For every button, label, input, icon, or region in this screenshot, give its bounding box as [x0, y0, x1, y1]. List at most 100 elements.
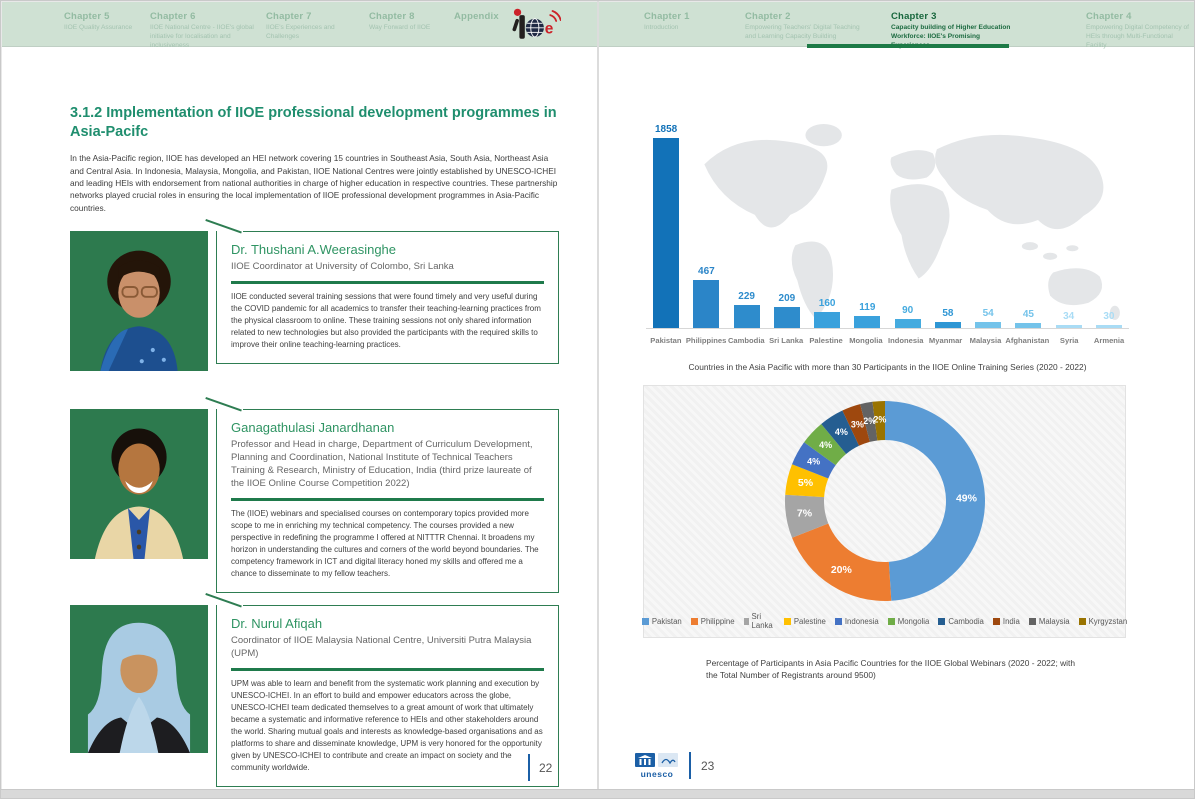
- section-heading: 3.1.2 Implementation of IIOE professiona…: [70, 104, 559, 141]
- bar-value-label: 30: [1103, 311, 1114, 322]
- bar: [895, 319, 921, 328]
- chapter-nav-right: Chapter 1 Introduction Chapter 2 Empower…: [599, 2, 1194, 47]
- tab-subtitle: Empowering Digital Competency of HEIs th…: [1086, 24, 1191, 51]
- tab-label: Chapter 4: [1086, 11, 1191, 22]
- left-page-content: 3.1.2 Implementation of IIOE professiona…: [70, 47, 559, 777]
- legend-item: Sri Lanka: [744, 612, 775, 630]
- bar-category-label: Sri Lanka: [766, 331, 806, 349]
- divider: [231, 668, 544, 671]
- page-left: Chapter 5 IIOE Quality Assurance Chapter…: [2, 2, 597, 791]
- bar-chart-caption: Countries in the Asia Pacific with more …: [646, 361, 1129, 373]
- bar-column: 119: [847, 302, 887, 328]
- legend-label: Pakistan: [652, 617, 682, 626]
- legend-item: Mongolia: [888, 612, 930, 630]
- tab-subtitle: Empowering Teachers' Digital Teaching an…: [745, 24, 870, 42]
- legend-swatch: [1079, 618, 1086, 625]
- active-tab-underline: [807, 44, 1009, 48]
- donut-slice-label: 7%: [796, 508, 812, 520]
- profile-quote: IIOE conducted several training sessions…: [231, 291, 544, 351]
- tab-chapter-5[interactable]: Chapter 5 IIOE Quality Assurance: [64, 11, 144, 33]
- bar-value-label: 1858: [655, 124, 677, 135]
- tab-chapter-7[interactable]: Chapter 7 IIOE's Experiences and Challen…: [266, 11, 366, 42]
- tab-chapter-4[interactable]: Chapter 4 Empowering Digital Competency …: [1086, 11, 1191, 51]
- bar-category-label: Cambodia: [726, 331, 766, 349]
- bar-value-label: 54: [983, 308, 994, 319]
- bar-category-label: Malaysia: [966, 331, 1006, 349]
- bar-value-label: 45: [1023, 309, 1034, 320]
- legend-item: Pakistan: [642, 612, 682, 630]
- bar-value-label: 90: [902, 305, 913, 316]
- bar-plot-area: 1858 467 229 209 160 119 90 58 54 45 34 30: [646, 121, 1129, 329]
- tab-chapter-2[interactable]: Chapter 2 Empowering Teachers' Digital T…: [745, 11, 870, 42]
- legend-item: Indonesia: [835, 612, 879, 630]
- bar: [653, 138, 679, 328]
- page-number: 22: [539, 761, 552, 775]
- bar-column: 160: [807, 298, 847, 328]
- page-number: 23: [701, 759, 714, 773]
- legend-label: Malaysia: [1039, 617, 1070, 626]
- bar-category-label: Armenia: [1089, 331, 1129, 349]
- bar-value-label: 34: [1063, 311, 1074, 322]
- bar-value-label: 160: [819, 298, 836, 309]
- page-footer-right: unesco 23: [635, 752, 714, 779]
- tab-chapter-6[interactable]: Chapter 6 IIOE National Centre - IIOE's …: [150, 11, 262, 51]
- legend-item: Malaysia: [1029, 612, 1070, 630]
- profile-name: Dr. Thushani A.Weerasinghe: [231, 242, 544, 257]
- document-viewer: Chapter 5 IIOE Quality Assurance Chapter…: [0, 0, 1195, 799]
- bar-value-label: 209: [779, 293, 796, 304]
- donut-slice-philippine: [792, 523, 891, 601]
- bar-value-label: 58: [942, 308, 953, 319]
- bar-value-label: 229: [738, 291, 755, 302]
- donut-chart: 49%20%7%5%4%4%4%3%2%2%: [772, 394, 998, 608]
- legend-swatch: [744, 618, 749, 625]
- legend-item: Palestine: [784, 612, 826, 630]
- bar-category-label: Philippines: [686, 331, 727, 349]
- iioe-logo: e: [505, 6, 561, 51]
- bar: [854, 316, 880, 328]
- bar: [1096, 325, 1122, 329]
- bar-column: 90: [888, 305, 928, 328]
- bar: [975, 322, 1001, 328]
- legend-label: Palestine: [794, 617, 826, 626]
- profile-name: Dr. Nurul Afiqah: [231, 616, 544, 631]
- donut-slice-label: 2%: [873, 415, 886, 425]
- footer-divider-line: [689, 752, 691, 779]
- divider: [231, 498, 544, 501]
- legend-swatch: [1029, 618, 1036, 625]
- legend-swatch: [938, 618, 945, 625]
- tab-subtitle: Introduction: [644, 24, 734, 33]
- legend-swatch: [888, 618, 895, 625]
- tab-subtitle: IIOE Quality Assurance: [64, 24, 144, 33]
- footer-divider-line: [528, 754, 530, 781]
- profile-card: Dr. Thushani A.Weerasinghe IIOE Coordina…: [216, 231, 559, 364]
- tab-label: Chapter 1: [644, 11, 734, 22]
- legend-label: Kyrgyzstan: [1089, 617, 1128, 626]
- profile-row: Dr. Thushani A.Weerasinghe IIOE Coordina…: [70, 231, 559, 389]
- page-right: Chapter 1 Introduction Chapter 2 Empower…: [599, 2, 1194, 791]
- viewer-bottom-bar[interactable]: [1, 789, 1194, 798]
- svg-text:e: e: [545, 20, 554, 37]
- bar-column: 209: [767, 293, 807, 328]
- tab-chapter-8[interactable]: Chapter 8 Way Forward of IIOE: [369, 11, 454, 33]
- legend-swatch: [993, 618, 1000, 625]
- bar-column: 58: [928, 308, 968, 328]
- profile-quote: The (IIOE) webinars and specialised cour…: [231, 508, 544, 580]
- legend-label: Mongolia: [898, 617, 930, 626]
- bar-column: 467: [686, 266, 726, 328]
- profile-quote: UPM was able to learn and benefit from t…: [231, 678, 544, 774]
- bar: [1056, 325, 1082, 329]
- legend-label: Sri Lanka: [752, 612, 775, 630]
- legend-item: Philippine: [691, 612, 735, 630]
- tab-label: Chapter 7: [266, 11, 366, 22]
- tab-chapter-1[interactable]: Chapter 1 Introduction: [644, 11, 734, 33]
- bar-category-label: Afghanistan: [1005, 331, 1049, 349]
- profile-row: Ganagathulasi Janardhanan Professor and …: [70, 409, 559, 587]
- profile-role: IIOE Coordinator at University of Colomb…: [231, 261, 544, 274]
- legend-item: Cambodia: [938, 612, 984, 630]
- intro-paragraph: In the Asia-Pacific region, IIOE has dev…: [70, 152, 559, 214]
- bar: [814, 312, 840, 328]
- bar: [774, 307, 800, 328]
- tab-label: Chapter 2: [745, 11, 870, 22]
- bar: [935, 322, 961, 328]
- tab-label: Chapter 8: [369, 11, 454, 22]
